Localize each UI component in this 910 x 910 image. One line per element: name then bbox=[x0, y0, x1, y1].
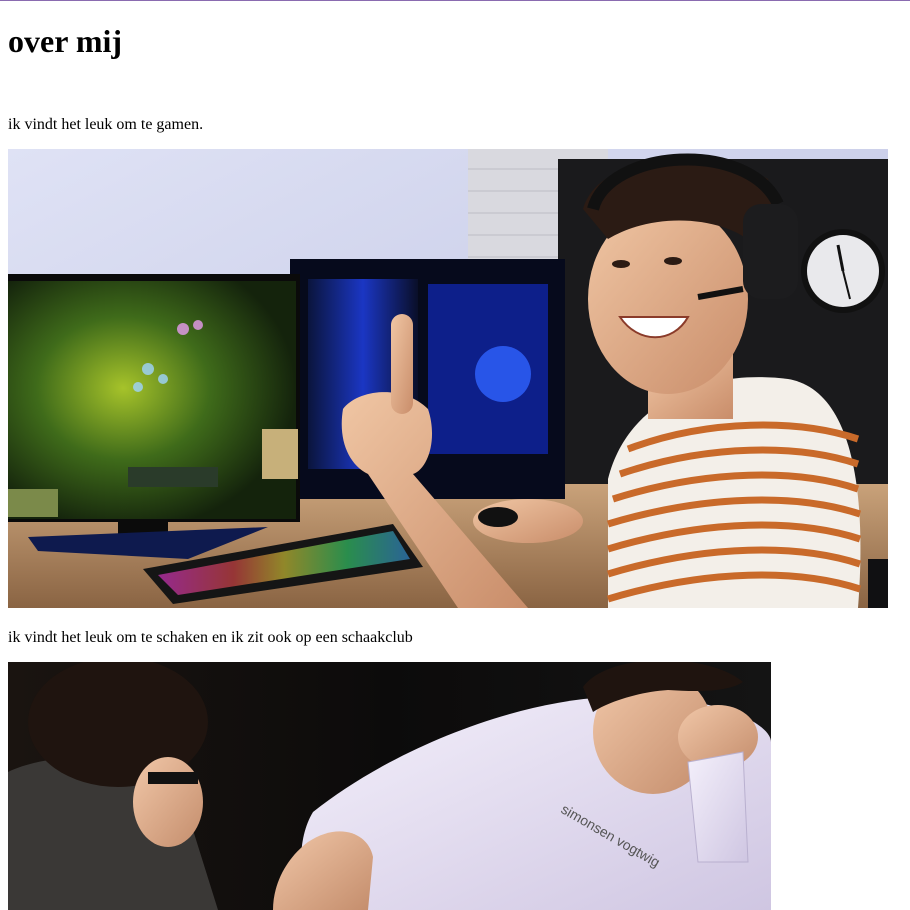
chess-photo: simonsen vogtwig bbox=[8, 662, 771, 910]
gaming-paragraph: ik vindt het leuk om te gamen. bbox=[8, 116, 204, 133]
gaming-photo bbox=[8, 149, 888, 608]
page-title: over mij bbox=[8, 23, 123, 59]
chess-paragraph: ik vindt het leuk om te schaken en ik zi… bbox=[8, 629, 413, 646]
top-border bbox=[0, 0, 910, 1]
